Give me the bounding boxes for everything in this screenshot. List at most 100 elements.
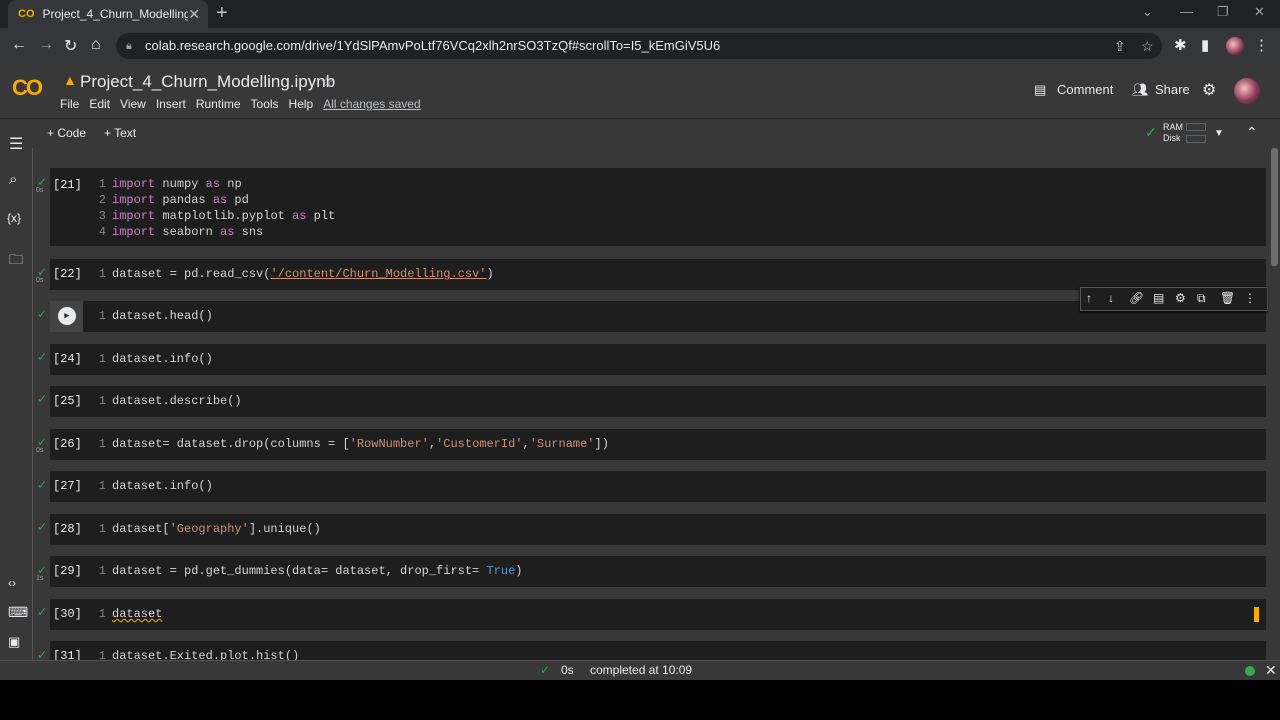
ram-bar <box>1186 123 1206 131</box>
command-palette-icon[interactable]: ⌨ <box>8 604 28 621</box>
code-cell[interactable]: [30] 1 dataset <box>50 599 1266 630</box>
close-status-icon[interactable]: ✕ <box>1265 662 1277 679</box>
browser-tab-strip: CO Project_4_Churn_Modelling.ipynb ✕ + ⌄… <box>0 0 1280 28</box>
execution-count: [26] <box>53 437 82 451</box>
code-line: 4 import seaborn as sns <box>98 225 264 239</box>
files-folder-icon[interactable]: 🗀︎ <box>9 249 23 273</box>
add-code-button[interactable]: + Code <box>47 126 86 140</box>
cell-exec-time: 0s <box>36 277 44 284</box>
share-icon[interactable]: 👥︎ <box>1132 82 1149 98</box>
star-notebook-icon[interactable]: ☆ <box>320 72 334 92</box>
add-comment-icon[interactable]: ▤ <box>1153 291 1164 305</box>
more-options-icon[interactable]: ⋮ <box>1244 291 1256 305</box>
code-cell[interactable]: [27] 1 dataset.info() <box>50 471 1266 502</box>
mirror-cell-icon[interactable]: ⧉ <box>1197 291 1206 306</box>
move-cell-up-icon[interactable]: ↑ <box>1086 291 1092 305</box>
code-line: 2 import pandas as pd <box>98 193 249 207</box>
code-cell[interactable]: [25] 1 dataset.describe() <box>50 386 1266 417</box>
code-line: 1 import numpy as np <box>98 177 242 191</box>
scrollbar-thumb[interactable] <box>1271 148 1278 266</box>
status-exec-time: 0s <box>561 663 574 677</box>
code-cell[interactable]: [31] 1 dataset.Exited.plot.hist() <box>50 641 1266 660</box>
search-icon[interactable]: ⌕ <box>9 171 17 188</box>
bookmark-star-icon[interactable]: ☆ <box>1141 33 1154 59</box>
save-status[interactable]: All changes saved <box>323 97 420 111</box>
code-line: 1 dataset['Geography'].unique() <box>98 522 321 536</box>
run-cell-icon[interactable]: ▶ <box>58 307 76 325</box>
code-cell[interactable]: [26] 1 dataset= dataset.drop(columns = ['… <box>50 429 1266 460</box>
comment-button[interactable]: Comment <box>1057 82 1113 97</box>
restore-icon[interactable]: ❐ <box>1217 4 1229 20</box>
code-cell[interactable]: [29] 1 dataset = pd.get_dummies(data= dat… <box>50 556 1266 587</box>
browser-profile-avatar[interactable] <box>1226 37 1244 55</box>
table-of-contents-icon[interactable]: ☰ <box>9 134 23 154</box>
runtime-status-dot <box>1245 666 1255 676</box>
extensions-icon[interactable]: ✱ <box>1174 36 1187 54</box>
colab-logo[interactable]: CO <box>12 75 43 101</box>
menu-help[interactable]: Help <box>289 97 314 111</box>
code-line: 1 dataset.Exited.plot.hist() <box>98 649 300 660</box>
close-window-icon[interactable]: ✕ <box>1254 4 1265 20</box>
browser-menu-icon[interactable]: ⋮ <box>1254 36 1269 54</box>
share-page-icon[interactable]: ⇪ <box>1114 33 1126 59</box>
menu-insert[interactable]: Insert <box>156 97 186 111</box>
execution-count: [31] <box>53 649 82 660</box>
code-line: 1 dataset = pd.get_dummies(data= dataset,… <box>98 564 523 578</box>
notebook-scrollbar[interactable] <box>1269 148 1280 660</box>
colab-header: CO ▲ Project_4_Churn_Modelling.ipynb ☆ F… <box>0 64 1280 118</box>
execution-count: [30] <box>53 607 82 621</box>
link-to-cell-icon[interactable]: 🔗︎ <box>1129 291 1144 305</box>
new-tab-icon[interactable]: + <box>216 2 228 25</box>
code-cell[interactable]: [24] 1 dataset.info() <box>50 344 1266 375</box>
code-line: 1 dataset <box>98 607 163 621</box>
menu-bar: File Edit View Insert Runtime Tools Help… <box>60 97 431 111</box>
menu-runtime[interactable]: Runtime <box>196 97 241 111</box>
menu-edit[interactable]: Edit <box>89 97 110 111</box>
forward-icon[interactable]: → <box>38 36 54 54</box>
terminal-icon[interactable]: ▣ <box>8 634 20 650</box>
colab-favicon-icon: CO <box>18 8 35 20</box>
notebook-title[interactable]: Project_4_Churn_Modelling.ipynb <box>80 72 335 92</box>
comment-icon[interactable]: ▤ <box>1034 82 1046 98</box>
menu-view[interactable]: View <box>120 97 146 111</box>
execution-count: [29] <box>53 564 82 578</box>
cell-status-check-icon: ✓ <box>37 350 48 364</box>
code-cell[interactable]: [28] 1 dataset['Geography'].unique() <box>50 514 1266 545</box>
browser-tab[interactable]: CO Project_4_Churn_Modelling.ipynb ✕ <box>8 0 208 28</box>
resource-indicator[interactable]: RAM Disk <box>1163 122 1183 144</box>
runtime-dropdown-icon[interactable]: ▼ <box>1214 128 1224 139</box>
add-text-button[interactable]: + Text <box>104 126 136 140</box>
cell-status-check-icon: ✓ <box>37 392 48 406</box>
account-avatar[interactable] <box>1234 78 1260 104</box>
cell-settings-icon[interactable]: ⚙ <box>1175 291 1186 305</box>
home-icon[interactable]: ⌂ <box>91 36 101 54</box>
cell-toolbar: ↑ ↓ 🔗︎ ▤ ⚙ ⧉ 🗑︎ ⋮ <box>1080 287 1268 311</box>
cell-status-check-icon: ✓ <box>37 605 48 619</box>
move-cell-down-icon[interactable]: ↓ <box>1108 291 1114 305</box>
menu-tools[interactable]: Tools <box>251 97 279 111</box>
settings-gear-icon[interactable]: ⚙ <box>1202 80 1216 100</box>
cell-status-check-icon: ✓ <box>37 648 48 660</box>
code-cell[interactable]: [22] 1 dataset = pd.read_csv('/content/Ch… <box>50 259 1266 290</box>
cell-exec-time: 0s <box>36 187 44 194</box>
connected-check-icon: ✓ <box>1145 124 1157 140</box>
side-panel-icon[interactable]: ▮ <box>1201 36 1209 54</box>
cell-status-check-icon: ✓ <box>37 520 48 534</box>
browser-tab-title: Project_4_Churn_Modelling.ipynb <box>42 7 189 21</box>
delete-cell-icon[interactable]: 🗑︎ <box>1220 291 1235 305</box>
url-field[interactable]: 🔒︎ colab.research.google.com/drive/1YdSl… <box>116 33 1162 59</box>
tab-search-icon[interactable]: ⌄ <box>1142 4 1153 20</box>
variables-icon[interactable]: {x} <box>7 211 21 225</box>
code-cell[interactable]: [21] 1 import numpy as np 2 import pandas … <box>50 168 1266 246</box>
collapse-header-icon[interactable]: ⌃ <box>1246 124 1258 141</box>
code-snippets-icon[interactable]: ‹› <box>8 576 16 590</box>
minimize-icon[interactable]: — <box>1180 4 1193 19</box>
back-icon[interactable]: ← <box>11 36 27 54</box>
drive-icon[interactable]: ▲ <box>63 72 77 88</box>
reload-icon[interactable]: ↻ <box>64 36 77 56</box>
menu-file[interactable]: File <box>60 97 79 111</box>
share-button[interactable]: Share <box>1155 82 1190 97</box>
code-line: 3 import matplotlib.pyplot as plt <box>98 209 336 223</box>
disk-bar <box>1186 135 1206 143</box>
close-tab-icon[interactable]: ✕ <box>188 6 200 23</box>
